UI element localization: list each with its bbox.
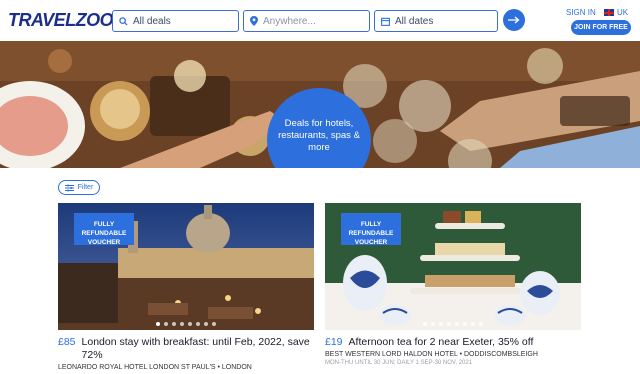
deals-search-field[interactable]: All deals <box>112 10 239 32</box>
location-search-placeholder: Anywhere... <box>263 15 316 27</box>
location-pin-icon <box>250 16 258 26</box>
filter-button[interactable]: Filter <box>58 180 100 195</box>
uk-flag-icon <box>604 9 614 16</box>
deal-image-london[interactable]: FULLY REFUNDABLE VOUCHER <box>58 203 314 330</box>
deal-card[interactable]: FULLY REFUNDABLE VOUCHER £85 London stay… <box>58 203 314 371</box>
filter-label: Filter <box>77 184 94 191</box>
deal-price: £19 <box>325 336 343 348</box>
deal-title[interactable]: Afternoon tea for 2 near Exeter, 35% off <box>349 336 534 349</box>
region-selector[interactable]: UK <box>604 8 628 17</box>
deals-search-value: All deals <box>133 15 171 27</box>
image-carousel-dots[interactable] <box>325 322 581 326</box>
dates-field[interactable]: All dates <box>374 10 498 32</box>
search-go-button[interactable] <box>503 9 525 31</box>
hero-tagline: Deals for hotels, restaurants, spas & mo… <box>278 118 360 153</box>
top-header: TRAVELZOO All deals Anywhere... All date… <box>0 0 640 40</box>
deal-card[interactable]: FULLY REFUNDABLE VOUCHER £19 Afternoon t… <box>325 203 581 366</box>
deal-headline[interactable]: £19 Afternoon tea for 2 near Exeter, 35%… <box>325 336 581 349</box>
refundable-badge: FULLY REFUNDABLE VOUCHER <box>341 213 401 246</box>
location-search-field[interactable]: Anywhere... <box>243 10 370 32</box>
region-label: UK <box>617 8 629 17</box>
refundable-badge: FULLY REFUNDABLE VOUCHER <box>74 213 134 246</box>
deal-price: £85 <box>58 336 76 348</box>
search-icon <box>119 16 128 26</box>
deal-provider: LEONARDO ROYAL HOTEL LONDON ST PAUL'S • … <box>58 364 252 371</box>
travelzoo-logo[interactable]: TRAVELZOO <box>8 10 114 31</box>
deal-title[interactable]: London stay with breakfast: until Feb, 2… <box>82 336 314 362</box>
join-for-free-button[interactable]: JOIN FOR FREE <box>571 20 631 35</box>
filter-sliders-icon <box>64 184 74 191</box>
calendar-icon <box>381 17 390 26</box>
image-carousel-dots[interactable] <box>58 322 314 326</box>
deal-headline[interactable]: £85 London stay with breakfast: until Fe… <box>58 336 314 362</box>
deal-validity: MON-THU UNTIL 30 JUN; DAILY 1 SEP-30 NOV… <box>325 360 473 366</box>
deal-provider: BEST WESTERN LORD HALDON HOTEL • DODDISC… <box>325 351 538 358</box>
hero-banner: Deals for hotels, restaurants, spas & mo… <box>0 41 640 168</box>
sign-in-link[interactable]: SIGN IN <box>566 8 596 17</box>
dates-value: All dates <box>395 15 434 27</box>
deal-image-afternoon-tea[interactable]: FULLY REFUNDABLE VOUCHER <box>325 203 581 330</box>
arrow-right-icon <box>508 16 520 24</box>
